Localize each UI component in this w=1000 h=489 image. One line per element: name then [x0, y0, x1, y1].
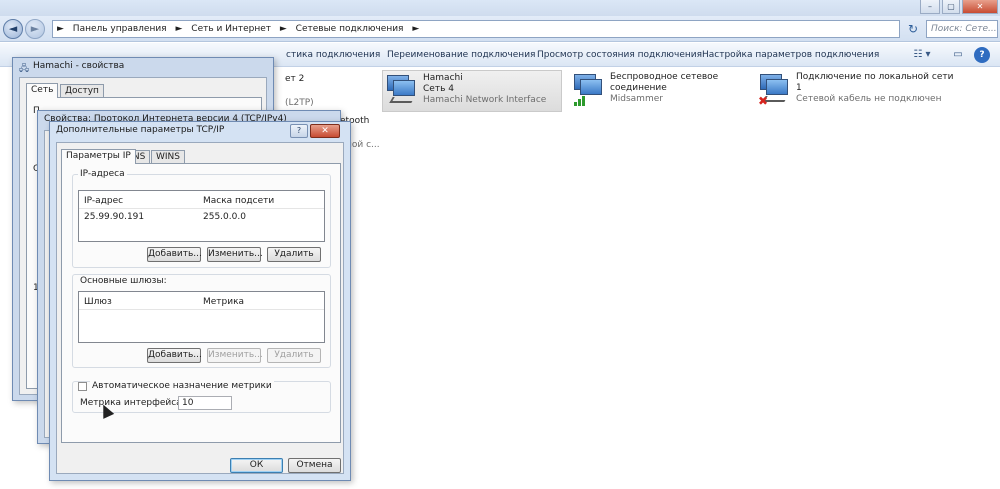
edit-ip-button[interactable]: Изменить... — [207, 247, 263, 262]
address-field[interactable]: ► Панель управления ► Сеть и Интернет ► … — [52, 20, 900, 38]
red-x-icon: ✖ — [758, 94, 769, 108]
column-header-ip[interactable]: IP-адрес — [84, 196, 123, 206]
breadcrumb-control-panel[interactable]: Панель управления — [73, 24, 167, 34]
connection-name: Подключение по локальной сети — [796, 72, 954, 82]
partial-bluetooth-status: ной с... — [346, 140, 380, 150]
minimize-button[interactable]: – — [920, 0, 940, 14]
edit-gateway-button[interactable]: Изменить... — [207, 348, 263, 363]
breadcrumb-network-internet[interactable]: Сеть и Интернет — [191, 24, 271, 34]
close-button[interactable]: ✕ — [310, 124, 340, 138]
connection-name: Беспроводное сетевое — [610, 72, 719, 82]
ip-address-list[interactable]: IP-адрес Маска подсети 25.99.90.191 255.… — [78, 190, 325, 242]
connection-device: Hamachi Network Interface — [423, 95, 547, 105]
connection-network: Сеть 4 — [423, 84, 454, 94]
breadcrumb-network-connections[interactable]: Сетевые подключения — [296, 24, 404, 34]
interface-metric-input[interactable]: 10 — [178, 396, 232, 410]
close-window-button[interactable]: ✕ — [962, 0, 998, 14]
remove-gateway-button[interactable]: Удалить — [267, 348, 321, 363]
connection-name-cont: соединение — [610, 83, 667, 93]
maximize-button[interactable]: ▢ — [942, 0, 960, 14]
toolbar-settings[interactable]: Настройка параметров подключения — [702, 43, 879, 67]
subnet-mask-value: 255.0.0.0 — [203, 212, 246, 222]
network-icon: 🖧 — [19, 64, 30, 74]
dialog-title: Hamachi - свойства — [33, 61, 125, 71]
breadcrumb-separator[interactable]: ► — [412, 24, 419, 34]
tab-wins[interactable]: WINS — [151, 150, 185, 164]
partial-connection-type: (L2TP) — [285, 98, 314, 108]
dialog-title: Дополнительные параметры TCP/IP — [56, 125, 225, 135]
breadcrumb-arrow-icon[interactable]: ► — [57, 24, 64, 34]
search-input[interactable]: Поиск: Сете... — [926, 20, 998, 38]
group-label: Основные шлюзы: — [78, 276, 169, 286]
help-button[interactable]: ? — [290, 124, 308, 138]
breadcrumb: ► Панель управления ► Сеть и Интернет ► … — [57, 21, 425, 37]
connection-name: Hamachi — [423, 73, 463, 83]
toolbar-diagnose[interactable]: стика подключения — [286, 43, 380, 67]
breadcrumb-separator[interactable]: ► — [175, 24, 182, 34]
toolbar-rename[interactable]: Переименование подключения — [387, 43, 535, 67]
connection-number: 1 — [796, 83, 802, 93]
tab-network[interactable]: Сеть — [26, 83, 59, 98]
column-header-gateway[interactable]: Шлюз — [84, 297, 112, 307]
help-icon[interactable]: ? — [974, 47, 990, 63]
ip-settings-pane: IP-адреса IP-адрес Маска подсети 25.99.9… — [61, 163, 341, 443]
partial-connection-name: ет 2 — [285, 74, 305, 84]
breadcrumb-separator[interactable]: ► — [280, 24, 287, 34]
remove-ip-button[interactable]: Удалить — [267, 247, 321, 262]
add-gateway-button[interactable]: Добавить... — [147, 348, 202, 363]
forward-button[interactable]: ► — [25, 19, 45, 39]
tab-ip-settings[interactable]: Параметры IP — [61, 149, 136, 164]
address-bar-region: ◄ ► ► Панель управления ► Сеть и Интерне… — [0, 16, 1000, 42]
connection-hamachi[interactable]: Hamachi Сеть 4 Hamachi Network Interface — [382, 70, 562, 112]
auto-metric-label[interactable]: Автоматическое назначение метрики — [90, 381, 274, 391]
connection-ssid: Midsammer — [610, 94, 663, 104]
wireless-adapter-icon — [572, 74, 604, 106]
tab-sharing[interactable]: Доступ — [60, 84, 104, 98]
network-adapter-icon — [385, 75, 417, 107]
back-button[interactable]: ◄ — [3, 19, 23, 39]
connection-local-area[interactable]: ✖ Подключение по локальной сети 1 Сетево… — [756, 70, 956, 112]
lan-adapter-disconnected-icon: ✖ — [758, 74, 790, 108]
cancel-button[interactable]: Отмена — [288, 458, 341, 473]
refresh-icon[interactable]: ↻ — [903, 20, 923, 38]
gateway-list[interactable]: Шлюз Метрика — [78, 291, 325, 343]
column-header-metric[interactable]: Метрика — [203, 297, 244, 307]
add-ip-button[interactable]: Добавить... — [147, 247, 202, 262]
ok-button[interactable]: ОК — [230, 458, 283, 473]
preview-pane-icon[interactable]: ▭ — [950, 47, 966, 63]
column-header-mask[interactable]: Маска подсети — [203, 196, 274, 206]
interface-metric-label: Метрика интерфейса: — [80, 398, 185, 408]
group-label: IP-адреса — [78, 169, 127, 179]
connection-wireless[interactable]: Беспроводное сетевое соединение Midsamme… — [570, 70, 740, 112]
auto-metric-checkbox[interactable] — [78, 382, 87, 391]
view-options-icon[interactable]: ☷ ▾ — [909, 47, 935, 63]
toolbar-view-status[interactable]: Просмотр состояния подключения — [537, 43, 702, 67]
advanced-tcpip-dialog[interactable]: Дополнительные параметры TCP/IP ? ✕ Пара… — [49, 121, 351, 481]
window-titlebar: – ▢ ✕ — [0, 0, 1000, 16]
connection-status: Сетевой кабель не подключен — [796, 94, 942, 104]
ip-address-value: 25.99.90.191 — [84, 212, 145, 222]
